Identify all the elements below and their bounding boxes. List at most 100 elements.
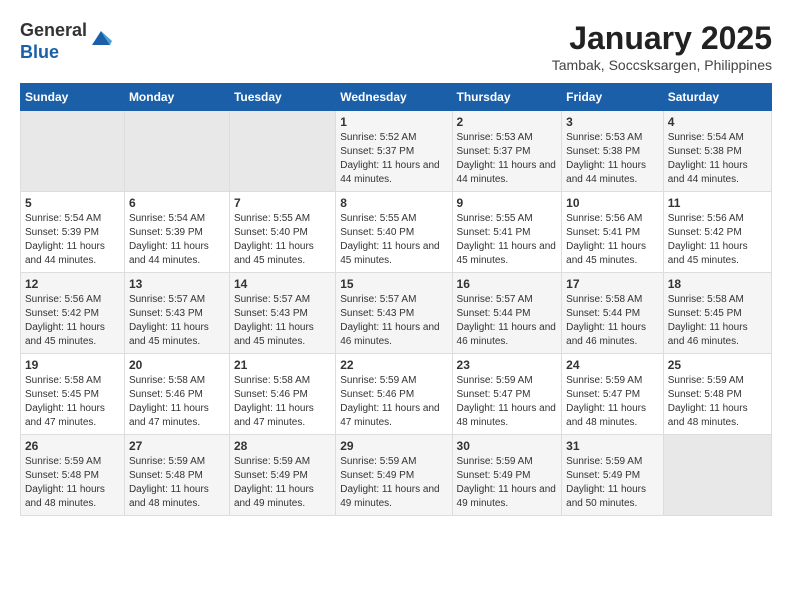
day-number: 4 [668,115,767,129]
table-row: 22 Sunrise: 5:59 AMSunset: 5:46 PMDaylig… [336,354,452,435]
day-info: Sunrise: 5:59 AMSunset: 5:49 PMDaylight:… [457,455,558,511]
day-number: 21 [234,358,331,372]
logo-icon [90,27,112,49]
table-row: 10 Sunrise: 5:56 AMSunset: 5:41 PMDaylig… [562,192,664,273]
table-row: 17 Sunrise: 5:58 AMSunset: 5:44 PMDaylig… [562,273,664,354]
day-info: Sunrise: 5:59 AMSunset: 5:48 PMDaylight:… [668,374,767,430]
day-number: 29 [340,439,447,453]
day-number: 3 [566,115,659,129]
day-number: 7 [234,196,331,210]
table-row: 8 Sunrise: 5:55 AMSunset: 5:40 PMDayligh… [336,192,452,273]
day-info: Sunrise: 5:58 AMSunset: 5:45 PMDaylight:… [668,293,767,349]
calendar-body: 1 Sunrise: 5:52 AMSunset: 5:37 PMDayligh… [21,111,772,516]
day-number: 16 [457,277,558,291]
day-info: Sunrise: 5:59 AMSunset: 5:49 PMDaylight:… [234,455,331,511]
table-row: 29 Sunrise: 5:59 AMSunset: 5:49 PMDaylig… [336,435,452,516]
day-number: 2 [457,115,558,129]
day-number: 24 [566,358,659,372]
table-row: 24 Sunrise: 5:59 AMSunset: 5:47 PMDaylig… [562,354,664,435]
table-row: 2 Sunrise: 5:53 AMSunset: 5:37 PMDayligh… [452,111,562,192]
day-number: 27 [129,439,225,453]
day-number: 9 [457,196,558,210]
day-number: 20 [129,358,225,372]
day-number: 19 [25,358,120,372]
day-info: Sunrise: 5:57 AMSunset: 5:43 PMDaylight:… [340,293,447,349]
table-row: 20 Sunrise: 5:58 AMSunset: 5:46 PMDaylig… [124,354,229,435]
day-info: Sunrise: 5:59 AMSunset: 5:46 PMDaylight:… [340,374,447,430]
day-number: 10 [566,196,659,210]
day-info: Sunrise: 5:57 AMSunset: 5:43 PMDaylight:… [129,293,225,349]
table-row: 15 Sunrise: 5:57 AMSunset: 5:43 PMDaylig… [336,273,452,354]
title-block: January 2025 Tambak, Soccsksargen, Phili… [552,20,772,73]
day-number: 22 [340,358,447,372]
day-info: Sunrise: 5:55 AMSunset: 5:41 PMDaylight:… [457,212,558,268]
logo-blue: Blue [20,42,59,62]
day-info: Sunrise: 5:59 AMSunset: 5:48 PMDaylight:… [129,455,225,511]
day-number: 14 [234,277,331,291]
day-info: Sunrise: 5:59 AMSunset: 5:47 PMDaylight:… [457,374,558,430]
day-number: 5 [25,196,120,210]
day-number: 18 [668,277,767,291]
day-number: 23 [457,358,558,372]
logo-general: General [20,20,87,40]
day-info: Sunrise: 5:58 AMSunset: 5:44 PMDaylight:… [566,293,659,349]
table-row: 5 Sunrise: 5:54 AMSunset: 5:39 PMDayligh… [21,192,125,273]
table-row [229,111,335,192]
table-row: 23 Sunrise: 5:59 AMSunset: 5:47 PMDaylig… [452,354,562,435]
day-number: 28 [234,439,331,453]
day-number: 31 [566,439,659,453]
calendar-header: Sunday Monday Tuesday Wednesday Thursday… [21,84,772,111]
day-number: 6 [129,196,225,210]
header-saturday: Saturday [663,84,771,111]
day-info: Sunrise: 5:52 AMSunset: 5:37 PMDaylight:… [340,131,447,187]
header-monday: Monday [124,84,229,111]
table-row: 28 Sunrise: 5:59 AMSunset: 5:49 PMDaylig… [229,435,335,516]
day-number: 8 [340,196,447,210]
day-info: Sunrise: 5:58 AMSunset: 5:46 PMDaylight:… [234,374,331,430]
table-row [124,111,229,192]
table-row: 1 Sunrise: 5:52 AMSunset: 5:37 PMDayligh… [336,111,452,192]
day-number: 25 [668,358,767,372]
day-info: Sunrise: 5:57 AMSunset: 5:44 PMDaylight:… [457,293,558,349]
logo: General Blue [20,20,112,63]
table-row: 26 Sunrise: 5:59 AMSunset: 5:48 PMDaylig… [21,435,125,516]
day-info: Sunrise: 5:54 AMSunset: 5:39 PMDaylight:… [129,212,225,268]
table-row: 19 Sunrise: 5:58 AMSunset: 5:45 PMDaylig… [21,354,125,435]
day-info: Sunrise: 5:59 AMSunset: 5:49 PMDaylight:… [566,455,659,511]
header-sunday: Sunday [21,84,125,111]
day-number: 17 [566,277,659,291]
day-info: Sunrise: 5:53 AMSunset: 5:38 PMDaylight:… [566,131,659,187]
day-info: Sunrise: 5:58 AMSunset: 5:46 PMDaylight:… [129,374,225,430]
page-subtitle: Tambak, Soccsksargen, Philippines [552,57,772,73]
header-thursday: Thursday [452,84,562,111]
day-info: Sunrise: 5:57 AMSunset: 5:43 PMDaylight:… [234,293,331,349]
table-row: 7 Sunrise: 5:55 AMSunset: 5:40 PMDayligh… [229,192,335,273]
day-info: Sunrise: 5:59 AMSunset: 5:48 PMDaylight:… [25,455,120,511]
calendar-table: Sunday Monday Tuesday Wednesday Thursday… [20,83,772,516]
day-number: 26 [25,439,120,453]
page-header: General Blue January 2025 Tambak, Soccsk… [20,20,772,73]
day-info: Sunrise: 5:59 AMSunset: 5:47 PMDaylight:… [566,374,659,430]
day-info: Sunrise: 5:54 AMSunset: 5:39 PMDaylight:… [25,212,120,268]
day-number: 15 [340,277,447,291]
table-row: 25 Sunrise: 5:59 AMSunset: 5:48 PMDaylig… [663,354,771,435]
table-row: 31 Sunrise: 5:59 AMSunset: 5:49 PMDaylig… [562,435,664,516]
day-number: 11 [668,196,767,210]
table-row: 12 Sunrise: 5:56 AMSunset: 5:42 PMDaylig… [21,273,125,354]
header-tuesday: Tuesday [229,84,335,111]
day-info: Sunrise: 5:55 AMSunset: 5:40 PMDaylight:… [234,212,331,268]
day-info: Sunrise: 5:56 AMSunset: 5:42 PMDaylight:… [668,212,767,268]
page-title: January 2025 [552,20,772,57]
day-number: 1 [340,115,447,129]
header-friday: Friday [562,84,664,111]
table-row: 16 Sunrise: 5:57 AMSunset: 5:44 PMDaylig… [452,273,562,354]
table-row: 3 Sunrise: 5:53 AMSunset: 5:38 PMDayligh… [562,111,664,192]
day-number: 13 [129,277,225,291]
day-info: Sunrise: 5:58 AMSunset: 5:45 PMDaylight:… [25,374,120,430]
day-number: 30 [457,439,558,453]
table-row: 14 Sunrise: 5:57 AMSunset: 5:43 PMDaylig… [229,273,335,354]
table-row: 27 Sunrise: 5:59 AMSunset: 5:48 PMDaylig… [124,435,229,516]
day-info: Sunrise: 5:59 AMSunset: 5:49 PMDaylight:… [340,455,447,511]
table-row: 30 Sunrise: 5:59 AMSunset: 5:49 PMDaylig… [452,435,562,516]
table-row: 11 Sunrise: 5:56 AMSunset: 5:42 PMDaylig… [663,192,771,273]
